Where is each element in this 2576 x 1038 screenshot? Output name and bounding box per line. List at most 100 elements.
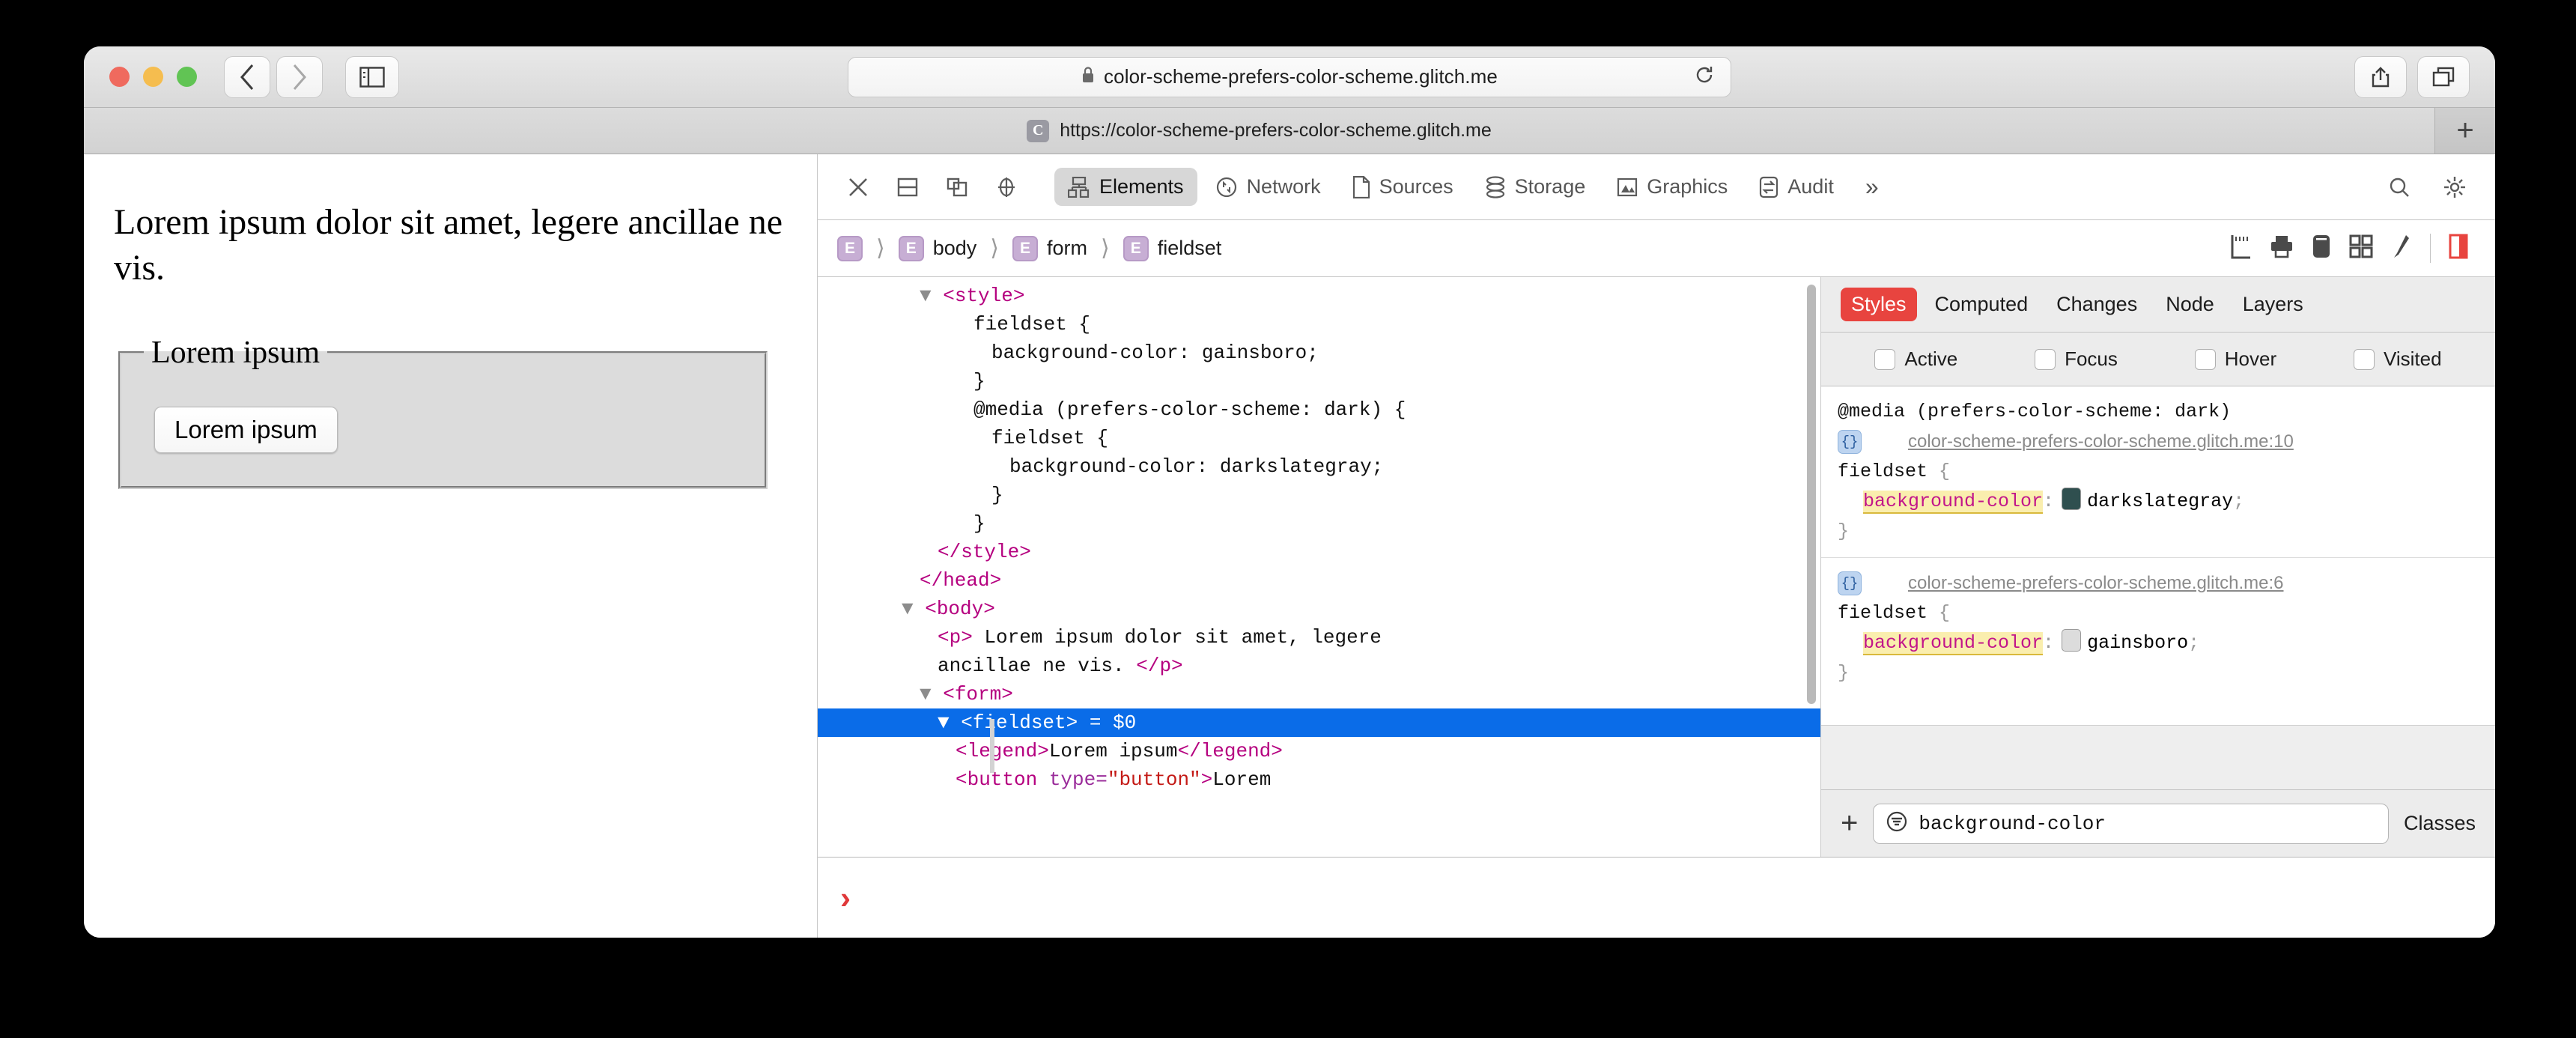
pseudo-visited[interactable]: Visited	[2353, 347, 2442, 371]
stylesheet-icon[interactable]: {}	[1838, 571, 1862, 595]
classes-button[interactable]: Classes	[2404, 812, 2476, 835]
pseudo-active[interactable]: Active	[1874, 347, 1957, 371]
css-selector[interactable]: fieldset {	[1838, 598, 2479, 628]
maximize-window-button[interactable]	[177, 67, 197, 87]
breadcrumb-item-body[interactable]: E body	[898, 235, 976, 261]
dom-node[interactable]: fieldset {	[818, 310, 1820, 339]
inspect-element-icon[interactable]	[985, 166, 1027, 208]
pseudo-hover-checkbox[interactable]	[2194, 348, 2216, 370]
browser-tab[interactable]: C https://color-scheme-prefers-color-sch…	[84, 108, 2435, 154]
gear-icon[interactable]	[2434, 166, 2476, 208]
css-property-value[interactable]: darkslategray	[2087, 491, 2233, 512]
device-icon[interactable]	[2312, 234, 2331, 263]
css-declaration[interactable]: background-color: darkslategray;	[1838, 487, 2479, 517]
dom-tree[interactable]: ▼ <style> fieldset {background-color: gai…	[818, 277, 1821, 857]
share-icon[interactable]	[2354, 55, 2407, 98]
css-rules-list[interactable]: @media (prefers-color-scheme: dark) {} col…	[1821, 386, 2495, 725]
sidebar-icon[interactable]	[345, 55, 399, 98]
dom-node[interactable]: </style>	[818, 538, 1820, 566]
dom-node[interactable]: }	[818, 481, 1820, 509]
styles-filter-input[interactable]: background-color	[1873, 803, 2389, 844]
breadcrumb-item-form[interactable]: E form	[1012, 235, 1087, 261]
dock-right-icon[interactable]	[936, 166, 978, 208]
dom-node[interactable]: </head>	[818, 566, 1820, 595]
tabs-overview-icon[interactable]	[2417, 55, 2470, 98]
css-rule[interactable]: @media (prefers-color-scheme: dark) {} col…	[1821, 397, 2495, 547]
tab-network[interactable]: Network	[1202, 168, 1334, 206]
pseudo-active-checkbox[interactable]	[1874, 348, 1896, 370]
reload-icon[interactable]	[1695, 65, 1714, 88]
add-rule-button[interactable]: +	[1841, 807, 1858, 840]
print-icon[interactable]	[2270, 234, 2294, 262]
dom-node[interactable]: ▼ <form>	[818, 680, 1820, 708]
toolbar-right-buttons[interactable]	[2354, 55, 2470, 98]
pseudo-focus[interactable]: Focus	[2035, 347, 2118, 371]
close-icon[interactable]	[837, 166, 879, 208]
layout-panel-icon[interactable]	[2430, 234, 2468, 263]
paintbrush-icon[interactable]	[2391, 234, 2412, 263]
color-swatch-icon[interactable]	[2062, 488, 2082, 510]
new-tab-button[interactable]: +	[2435, 108, 2495, 154]
styles-sidebar: Styles Computed Changes Node Layers Acti…	[1821, 277, 2495, 857]
window-traffic-lights[interactable]	[109, 67, 197, 87]
search-icon[interactable]	[2378, 166, 2420, 208]
tab-computed[interactable]: Computed	[1925, 288, 2039, 321]
pseudo-hover[interactable]: Hover	[2194, 347, 2276, 371]
tab-styles[interactable]: Styles	[1841, 288, 1917, 321]
pseudo-focus-checkbox[interactable]	[2035, 348, 2056, 370]
breadcrumb-item-root[interactable]: E	[837, 235, 863, 261]
tab-audit[interactable]: Audit	[1746, 168, 1847, 206]
tab-layers[interactable]: Layers	[2232, 288, 2314, 321]
dom-node[interactable]: }	[818, 509, 1820, 538]
dom-tree-scrollbar[interactable]	[1807, 285, 1816, 704]
page-button[interactable]: Lorem ipsum	[154, 406, 338, 453]
dom-node[interactable]: fieldset {	[818, 424, 1820, 452]
dom-node[interactable]: @media (prefers-color-scheme: dark) {	[818, 395, 1820, 424]
tab-sources[interactable]: Sources	[1339, 168, 1467, 206]
console-prompt-bar[interactable]: ›	[818, 857, 2495, 938]
dom-token: background-color: darkslategray;	[1009, 455, 1384, 478]
navigation-buttons[interactable]	[224, 55, 323, 98]
pseudo-visited-checkbox[interactable]	[2353, 348, 2375, 370]
breadcrumb-separator-icon: ⟩	[876, 236, 885, 261]
css-rule[interactable]: {} color-scheme-prefers-color-scheme.glit…	[1821, 568, 2495, 688]
tabs-overflow-button[interactable]: »	[1852, 166, 1892, 208]
close-window-button[interactable]	[109, 67, 130, 87]
dom-node[interactable]: <legend>Lorem ipsum</legend>	[818, 737, 1820, 765]
dom-node[interactable]: <p> Lorem ipsum dolor sit amet, legere	[818, 623, 1820, 652]
css-selector[interactable]: fieldset {	[1838, 457, 2479, 487]
css-colon: :	[2043, 491, 2055, 512]
tab-changes[interactable]: Changes	[2046, 288, 2148, 321]
tab-node[interactable]: Node	[2155, 288, 2225, 321]
dom-node[interactable]: <button type="button">Lorem	[818, 765, 1820, 794]
css-property-name[interactable]: background-color	[1863, 491, 2044, 514]
address-bar[interactable]: color-scheme-prefers-color-scheme.glitch…	[848, 56, 1731, 97]
dom-node[interactable]: ▼ <body>	[818, 595, 1820, 623]
tab-graphics[interactable]: Graphics	[1603, 168, 1741, 206]
dom-token: @media (prefers-color-scheme: dark) {	[973, 398, 1406, 421]
css-property-value[interactable]: gainsboro	[2087, 632, 2188, 654]
dom-node-selected[interactable]: ▼ <fieldset> = $0	[818, 708, 1820, 737]
dom-token: <style>	[943, 285, 1025, 307]
dom-node[interactable]: ▼ <style>	[818, 282, 1820, 310]
css-source-link[interactable]: color-scheme-prefers-color-scheme.glitch…	[1908, 568, 2284, 598]
dom-node[interactable]: ancillae ne vis. </p>	[818, 652, 1820, 680]
dom-node[interactable]: background-color: gainsboro;	[818, 339, 1820, 367]
tab-elements[interactable]: Elements	[1054, 168, 1197, 206]
forward-button[interactable]	[276, 55, 323, 98]
css-declaration[interactable]: background-color: gainsboro;	[1838, 628, 2479, 658]
tab-storage[interactable]: Storage	[1471, 168, 1600, 206]
color-swatch-icon[interactable]	[2062, 629, 2082, 652]
breadcrumb-item-fieldset[interactable]: E fieldset	[1123, 235, 1221, 261]
minimize-window-button[interactable]	[143, 67, 163, 87]
grid-icon[interactable]	[2349, 234, 2373, 262]
css-source-link[interactable]: color-scheme-prefers-color-scheme.glitch…	[1908, 427, 2294, 457]
back-button[interactable]	[224, 55, 270, 98]
dom-node[interactable]: background-color: darkslategray;	[818, 452, 1820, 481]
css-property-name[interactable]: background-color	[1863, 632, 2044, 655]
pseudo-focus-label: Focus	[2065, 347, 2118, 370]
dock-bottom-icon[interactable]	[887, 166, 929, 208]
ruler-icon[interactable]	[2229, 234, 2252, 263]
stylesheet-icon[interactable]: {}	[1838, 430, 1862, 454]
dom-node[interactable]: }	[818, 367, 1820, 395]
